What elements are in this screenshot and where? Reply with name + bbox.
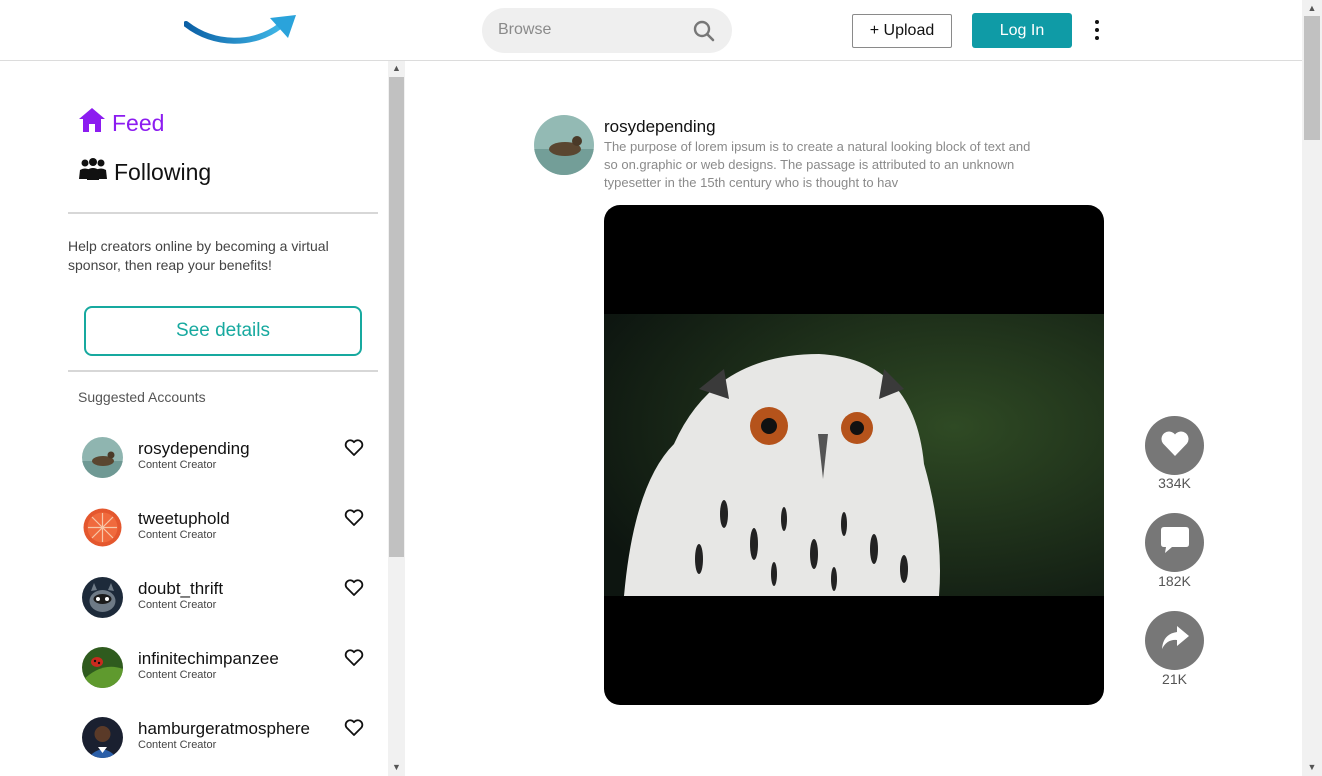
comment-count: 182K <box>1158 573 1191 589</box>
sidebar: Feed Following Help creators online by b… <box>0 61 388 776</box>
see-details-button[interactable]: See details <box>84 306 362 356</box>
account-name: infinitechimpanzee <box>138 649 279 668</box>
scroll-up-icon[interactable]: ▲ <box>388 61 405 75</box>
divider <box>68 370 378 372</box>
post-description: The purpose of lorem ipsum is to create … <box>604 139 1031 190</box>
comment-icon <box>1160 525 1190 560</box>
heart-icon[interactable] <box>344 509 364 532</box>
account-role: Content Creator <box>138 669 217 681</box>
account-name: doubt_thrift <box>138 579 224 598</box>
heart-icon[interactable] <box>344 579 364 602</box>
heart-icon <box>1160 430 1190 462</box>
logo[interactable] <box>183 12 298 48</box>
page-scrollbar-thumb[interactable] <box>1304 16 1320 140</box>
comment-button[interactable] <box>1145 513 1204 572</box>
scroll-up-icon[interactable]: ▲ <box>1302 1 1322 15</box>
suggested-accounts-title: Suggested Accounts <box>78 389 206 405</box>
avatar <box>82 647 123 688</box>
like-count: 334K <box>1158 475 1191 491</box>
nav-following[interactable]: Following <box>78 157 211 187</box>
suggested-account[interactable]: infinitechimpanzee Content Creator <box>82 647 372 689</box>
home-icon <box>78 107 106 139</box>
nav-feed-label: Feed <box>112 109 165 136</box>
heart-icon[interactable] <box>344 439 364 462</box>
suggested-account[interactable]: doubt_thrift Content Creator <box>82 577 372 619</box>
avatar <box>82 577 123 618</box>
owl-video-frame <box>604 314 1104 596</box>
nav-following-label: Following <box>114 158 212 185</box>
account-role: Content Creator <box>138 459 217 471</box>
avatar <box>82 437 123 478</box>
like-button[interactable] <box>1145 416 1204 475</box>
top-header: + Upload Log In <box>0 0 1302 61</box>
people-icon <box>78 157 108 187</box>
post-username[interactable]: rosydepending <box>604 117 716 137</box>
search-input[interactable] <box>498 19 688 41</box>
heart-icon[interactable] <box>344 649 364 672</box>
avatar <box>82 507 123 548</box>
share-icon <box>1160 624 1190 657</box>
divider <box>68 212 378 214</box>
avatar <box>82 717 123 758</box>
account-role: Content Creator <box>138 739 217 751</box>
post-author-avatar[interactable] <box>534 115 594 175</box>
account-role: Content Creator <box>138 599 217 611</box>
suggested-account[interactable]: rosydepending Content Creator <box>82 437 372 479</box>
video-player[interactable] <box>604 205 1104 705</box>
nav-feed[interactable]: Feed <box>78 107 164 139</box>
account-name: tweetuphold <box>138 509 230 528</box>
upload-button[interactable]: + Upload <box>852 14 952 48</box>
share-count: 21K <box>1162 671 1187 687</box>
share-button[interactable] <box>1145 611 1204 670</box>
suggested-account[interactable]: hamburgeratmosphere Content Creator <box>82 717 372 759</box>
scroll-down-icon[interactable]: ▼ <box>388 760 405 774</box>
search-icon[interactable] <box>693 20 715 47</box>
account-name: hamburgeratmosphere <box>138 719 310 738</box>
account-role: Content Creator <box>138 529 217 541</box>
promo-text: Help creators online by becoming a virtu… <box>68 238 329 273</box>
heart-icon[interactable] <box>344 719 364 742</box>
scroll-down-icon[interactable]: ▼ <box>1302 760 1322 774</box>
sidebar-scrollbar-thumb[interactable] <box>389 77 404 557</box>
login-button[interactable]: Log In <box>972 13 1072 48</box>
more-options-icon[interactable] <box>1088 18 1106 44</box>
account-name: rosydepending <box>138 439 250 458</box>
suggested-account[interactable]: tweetuphold Content Creator <box>82 507 372 549</box>
